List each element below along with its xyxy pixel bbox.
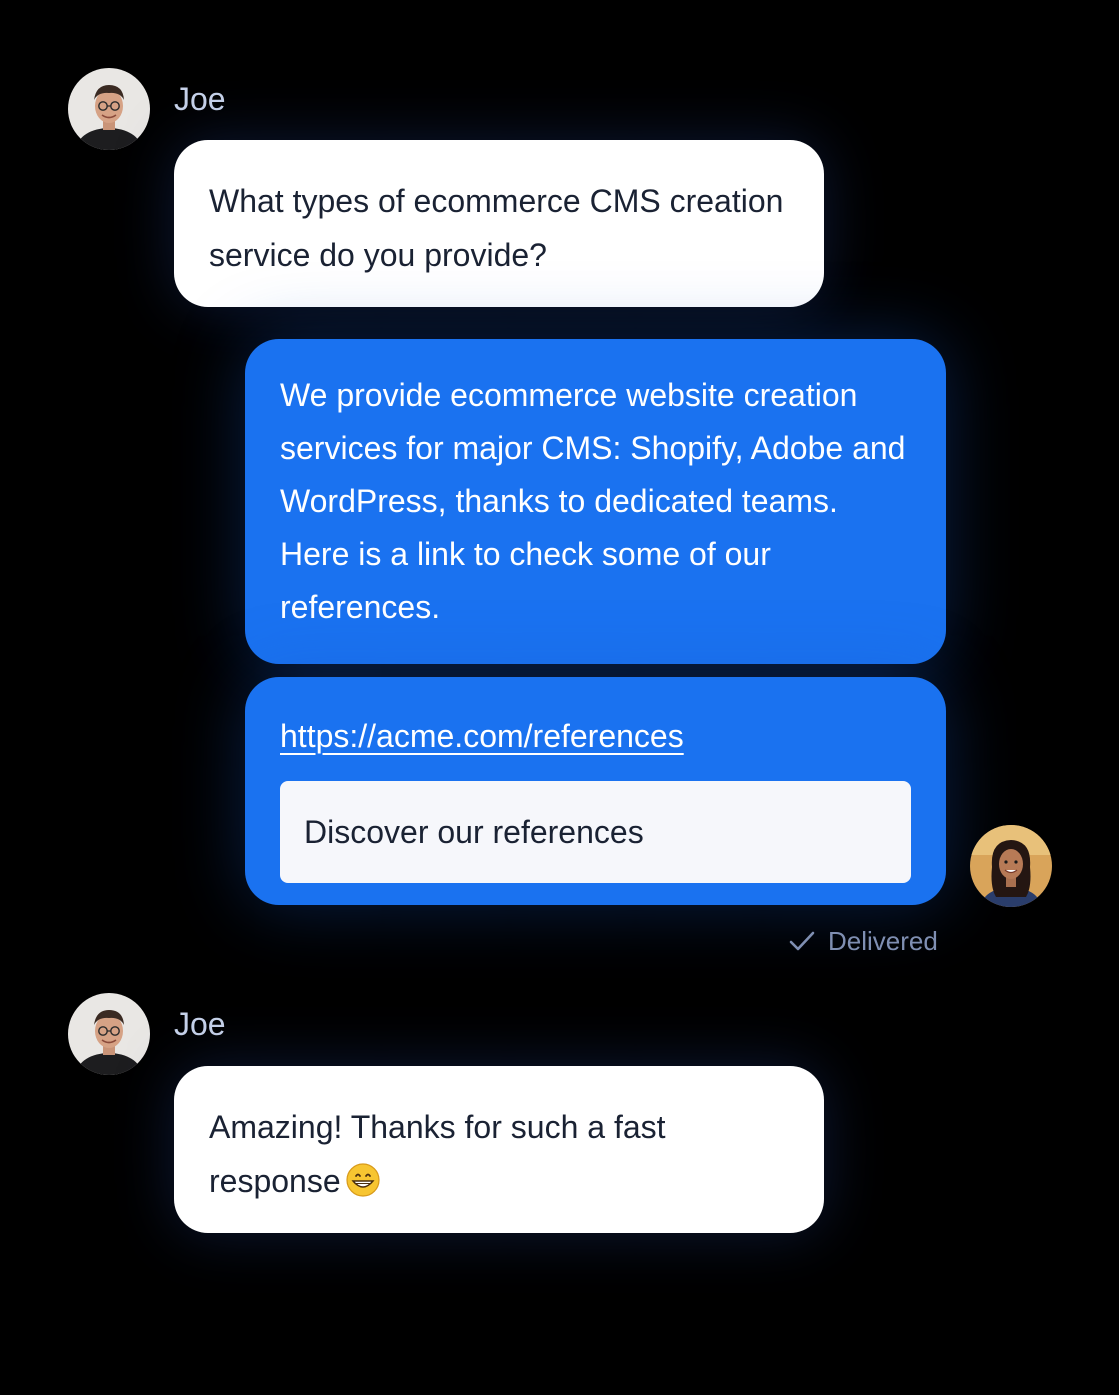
sender-name: Joe bbox=[174, 1006, 226, 1042]
grinning-face-icon bbox=[345, 1162, 381, 1198]
delivery-status: Delivered bbox=[788, 925, 938, 957]
link-preview-bubble: https://acme.com/references Discover our… bbox=[245, 677, 946, 905]
message-bubble-outgoing: We provide ecommerce website creation se… bbox=[245, 339, 946, 664]
agent-avatar bbox=[970, 825, 1052, 907]
message-text: Amazing! Thanks for such a fast response bbox=[209, 1109, 666, 1199]
joe-avatar bbox=[68, 68, 150, 150]
references-link[interactable]: https://acme.com/references bbox=[280, 716, 684, 756]
message-text: What types of ecommerce CMS creation ser… bbox=[209, 183, 784, 273]
sender-name: Joe bbox=[174, 81, 226, 117]
joe-avatar bbox=[68, 993, 150, 1075]
message-text: We provide ecommerce website creation se… bbox=[280, 377, 906, 625]
message-bubble-incoming: Amazing! Thanks for such a fast response bbox=[174, 1066, 824, 1233]
discover-references-button[interactable]: Discover our references bbox=[280, 781, 911, 883]
checkmark-icon bbox=[788, 927, 816, 955]
message-bubble-incoming: What types of ecommerce CMS creation ser… bbox=[174, 140, 824, 307]
status-text: Delivered bbox=[828, 926, 938, 956]
